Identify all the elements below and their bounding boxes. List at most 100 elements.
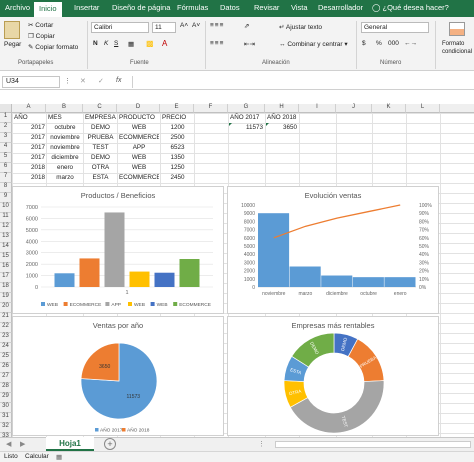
decimal-icons[interactable]: ←→: [404, 40, 417, 47]
table-cell[interactable]: WEB: [119, 123, 159, 133]
summary-header[interactable]: AÑO 2018: [267, 113, 298, 123]
table-cell[interactable]: 2017: [14, 153, 45, 163]
column-header[interactable]: D: [117, 104, 160, 113]
table-cell[interactable]: enero: [48, 163, 82, 173]
row-header[interactable]: 19: [0, 293, 12, 303]
row-header[interactable]: 22: [0, 323, 12, 333]
row-header[interactable]: 21: [0, 313, 12, 323]
wrap-text-button[interactable]: ↵ Ajustar texto: [279, 23, 322, 31]
table-cell[interactable]: 6523: [162, 143, 193, 153]
enter-icon[interactable]: ✓: [98, 77, 104, 85]
row-header[interactable]: 11: [0, 213, 12, 223]
table-cell[interactable]: ECOMMERCE: [119, 173, 159, 183]
table-cell[interactable]: diciembre: [48, 153, 82, 163]
shrink-font-icon[interactable]: A˅: [192, 22, 200, 29]
table-cell[interactable]: 2017: [14, 133, 45, 143]
number-format-select[interactable]: General: [361, 22, 429, 33]
column-header[interactable]: E: [160, 104, 194, 113]
chart-products[interactable]: Productos / Beneficios 0 1000 2000 3000 4000…: [12, 186, 224, 314]
row-header[interactable]: 29: [0, 393, 12, 403]
row-header[interactable]: 10: [0, 203, 12, 213]
row-header[interactable]: 16: [0, 263, 12, 273]
table-cell[interactable]: ESTA: [85, 173, 116, 183]
chart-sales-evolution[interactable]: Evolución ventas 0 1000 2000 3000 4000 5000 60…: [227, 186, 439, 314]
orientation-icon[interactable]: ⇗: [244, 22, 249, 30]
table-cell[interactable]: ECOMMERCE: [119, 133, 159, 143]
column-header[interactable]: A: [12, 104, 46, 113]
status-calculate[interactable]: Calcular: [25, 453, 49, 460]
row-header[interactable]: 20: [0, 303, 12, 313]
tell-me-input[interactable]: ◯ ¿Qué desea hacer?: [372, 3, 449, 12]
select-all-corner[interactable]: [0, 104, 12, 113]
header-cell[interactable]: MES: [48, 113, 82, 123]
add-sheet-icon[interactable]: +: [104, 438, 116, 450]
indent-icons[interactable]: ⇤⇥: [244, 40, 255, 48]
row-header[interactable]: 24: [0, 343, 12, 353]
table-cell[interactable]: 2018: [14, 163, 45, 173]
row-header[interactable]: 18: [0, 283, 12, 293]
scroll-right-icon[interactable]: ▶: [20, 440, 25, 448]
cancel-icon[interactable]: ✕: [80, 77, 86, 85]
tab-developer[interactable]: Desarrollador: [318, 3, 363, 12]
formula-input[interactable]: [132, 76, 472, 88]
row-header[interactable]: 23: [0, 333, 12, 343]
row-header[interactable]: 3: [0, 133, 12, 143]
row-header[interactable]: 12: [0, 223, 12, 233]
copy-button[interactable]: ❐ Copiar: [28, 32, 55, 40]
tab-page-layout[interactable]: Diseño de página: [112, 3, 170, 12]
row-header[interactable]: 4: [0, 143, 12, 153]
column-header[interactable]: K: [372, 104, 406, 113]
tab-formulas[interactable]: Fórmulas: [177, 3, 208, 12]
table-cell[interactable]: noviembre: [48, 143, 82, 153]
row-header[interactable]: 15: [0, 253, 12, 263]
row-header[interactable]: 2: [0, 123, 12, 133]
tab-home[interactable]: Inicio: [34, 2, 62, 17]
row-header[interactable]: 31: [0, 413, 12, 423]
percent-button[interactable]: %: [376, 40, 382, 47]
scroll-left-icon[interactable]: ◀: [6, 440, 11, 448]
chart-sales-by-year[interactable]: Ventas por año 11573 3650 AÑO 2017 AÑO 2018: [12, 316, 224, 436]
table-cell[interactable]: WEB: [119, 153, 159, 163]
summary-value[interactable]: 11573: [228, 123, 263, 133]
table-cell[interactable]: APP: [119, 143, 159, 153]
conditional-format-icon[interactable]: [449, 22, 465, 36]
table-cell[interactable]: 2018: [14, 173, 45, 183]
summary-header[interactable]: AÑO 2017: [230, 113, 264, 123]
table-cell[interactable]: noviembre: [48, 133, 82, 143]
table-cell[interactable]: 1350: [162, 153, 193, 163]
table-cell[interactable]: 2017: [14, 123, 45, 133]
cut-button[interactable]: ✂ Cortar: [28, 21, 53, 29]
fill-color-icon[interactable]: ▩: [146, 39, 154, 48]
table-cell[interactable]: 1250: [162, 163, 193, 173]
table-cell[interactable]: DEMO: [85, 153, 116, 163]
column-header[interactable]: L: [406, 104, 440, 113]
column-header[interactable]: G: [228, 104, 265, 113]
row-header[interactable]: 5: [0, 153, 12, 163]
column-header[interactable]: C: [83, 104, 117, 113]
table-cell[interactable]: DEMO: [85, 123, 116, 133]
row-header[interactable]: 17: [0, 273, 12, 283]
header-cell[interactable]: PRODUCTO: [119, 113, 159, 123]
conditional-format-button[interactable]: Formato condicional: [442, 40, 474, 56]
more-options-icon[interactable]: ⋮: [258, 440, 265, 448]
row-header[interactable]: 26: [0, 363, 12, 373]
table-cell[interactable]: marzo: [48, 173, 82, 183]
thousands-button[interactable]: 000: [388, 40, 399, 47]
row-header[interactable]: 1: [0, 113, 12, 123]
bold-button[interactable]: N: [93, 40, 98, 47]
merge-center-button[interactable]: ↔ Combinar y centrar ▾: [279, 40, 348, 48]
horizontal-align-icons[interactable]: ≡≡≡: [210, 40, 224, 47]
row-header[interactable]: 28: [0, 383, 12, 393]
format-painter-button[interactable]: ✎ Copiar formato: [28, 43, 78, 51]
column-header[interactable]: B: [46, 104, 83, 113]
table-cell[interactable]: 1200: [162, 123, 193, 133]
horizontal-scrollbar[interactable]: [275, 441, 471, 448]
row-header[interactable]: 14: [0, 243, 12, 253]
row-header[interactable]: 30: [0, 403, 12, 413]
sheet-tab-hoja1[interactable]: Hoja1: [46, 437, 94, 451]
paste-icon[interactable]: [4, 21, 20, 39]
header-cell[interactable]: PRECIO: [162, 113, 193, 123]
row-header[interactable]: 8: [0, 183, 12, 193]
summary-value[interactable]: 3650: [265, 123, 297, 133]
table-cell[interactable]: 2017: [14, 143, 45, 153]
